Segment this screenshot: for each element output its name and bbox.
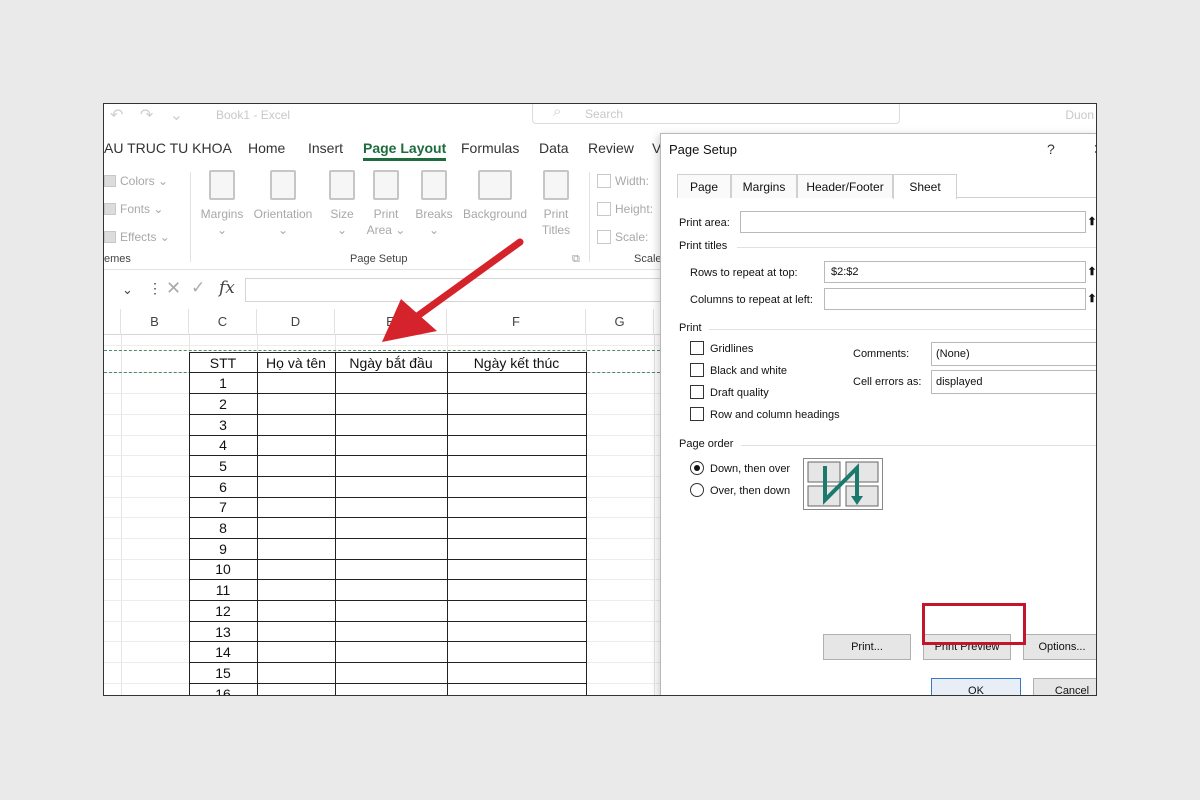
rows-repeat-label: Rows to repeat at top:: [690, 267, 798, 279]
collapse-dialog-icon[interactable]: ⬆: [1085, 212, 1096, 232]
sheet-tab-panel: Print area: ⬆ Print titles Rows to repea…: [661, 198, 1096, 695]
row-col-headings-checkbox[interactable]: [690, 407, 704, 421]
down-then-over-radio[interactable]: [690, 461, 704, 475]
section-divider: [737, 247, 1096, 248]
cell-errors-value: displayed: [936, 376, 983, 388]
black-white-checkbox[interactable]: [690, 363, 704, 377]
options-button[interactable]: Options...: [1023, 634, 1096, 660]
print-titles-heading: Print titles: [679, 240, 728, 252]
draft-quality-checkbox[interactable]: [690, 385, 704, 399]
page-setup-dialog: Page Setup ? ✕ Page Margins Header/Foote…: [660, 133, 1096, 695]
tab-page[interactable]: Page: [677, 174, 731, 198]
down-then-over-label: Down, then over: [710, 463, 791, 475]
print-area-input[interactable]: [740, 211, 1086, 233]
draft-quality-label: Draft quality: [710, 387, 769, 399]
help-icon[interactable]: ?: [1047, 141, 1055, 157]
close-icon[interactable]: ✕: [1093, 141, 1096, 158]
dialog-title: Page Setup: [669, 142, 737, 157]
section-divider: [741, 445, 1096, 446]
tab-sheet[interactable]: Sheet: [893, 174, 957, 199]
over-then-down-radio[interactable]: [690, 483, 704, 497]
comments-select[interactable]: (None): [931, 342, 1096, 366]
page-order-preview-icon: [803, 458, 883, 510]
over-then-down-label: Over, then down: [710, 485, 791, 497]
print-heading: Print: [679, 322, 702, 334]
ok-button[interactable]: OK: [931, 678, 1021, 695]
comments-value: (None): [936, 348, 970, 360]
gridlines-checkbox[interactable]: [690, 341, 704, 355]
rows-repeat-input[interactable]: $2:$2: [824, 261, 1086, 283]
cell-errors-select[interactable]: displayed: [931, 370, 1096, 394]
comments-label: Comments:: [853, 348, 910, 360]
gridlines-label: Gridlines: [710, 343, 754, 355]
excel-window: ↶ ↷ ⌄ Book1 - Excel ⌕ Search Duon AU TRU…: [103, 103, 1097, 696]
collapse-dialog-icon[interactable]: ⬆: [1085, 289, 1096, 309]
print-button[interactable]: Print...: [823, 634, 911, 660]
collapse-dialog-icon[interactable]: ⬆: [1085, 262, 1096, 282]
cols-repeat-label: Columns to repeat at left:: [690, 294, 813, 306]
ok-button-highlight: [922, 603, 1026, 645]
row-col-headings-label: Row and column headings: [710, 409, 840, 421]
print-area-label: Print area:: [679, 217, 730, 229]
tab-margins[interactable]: Margins: [731, 174, 797, 198]
dialog-tabs: Page Margins Header/Footer Sheet: [677, 174, 1096, 199]
cols-repeat-input[interactable]: [824, 288, 1086, 310]
page-order-heading: Page order: [679, 438, 734, 450]
cancel-button[interactable]: Cancel: [1033, 678, 1096, 695]
section-divider: [709, 329, 1096, 330]
black-white-label: Black and white: [710, 365, 788, 377]
tab-header-footer[interactable]: Header/Footer: [797, 174, 893, 198]
cell-errors-label: Cell errors as:: [853, 376, 922, 388]
